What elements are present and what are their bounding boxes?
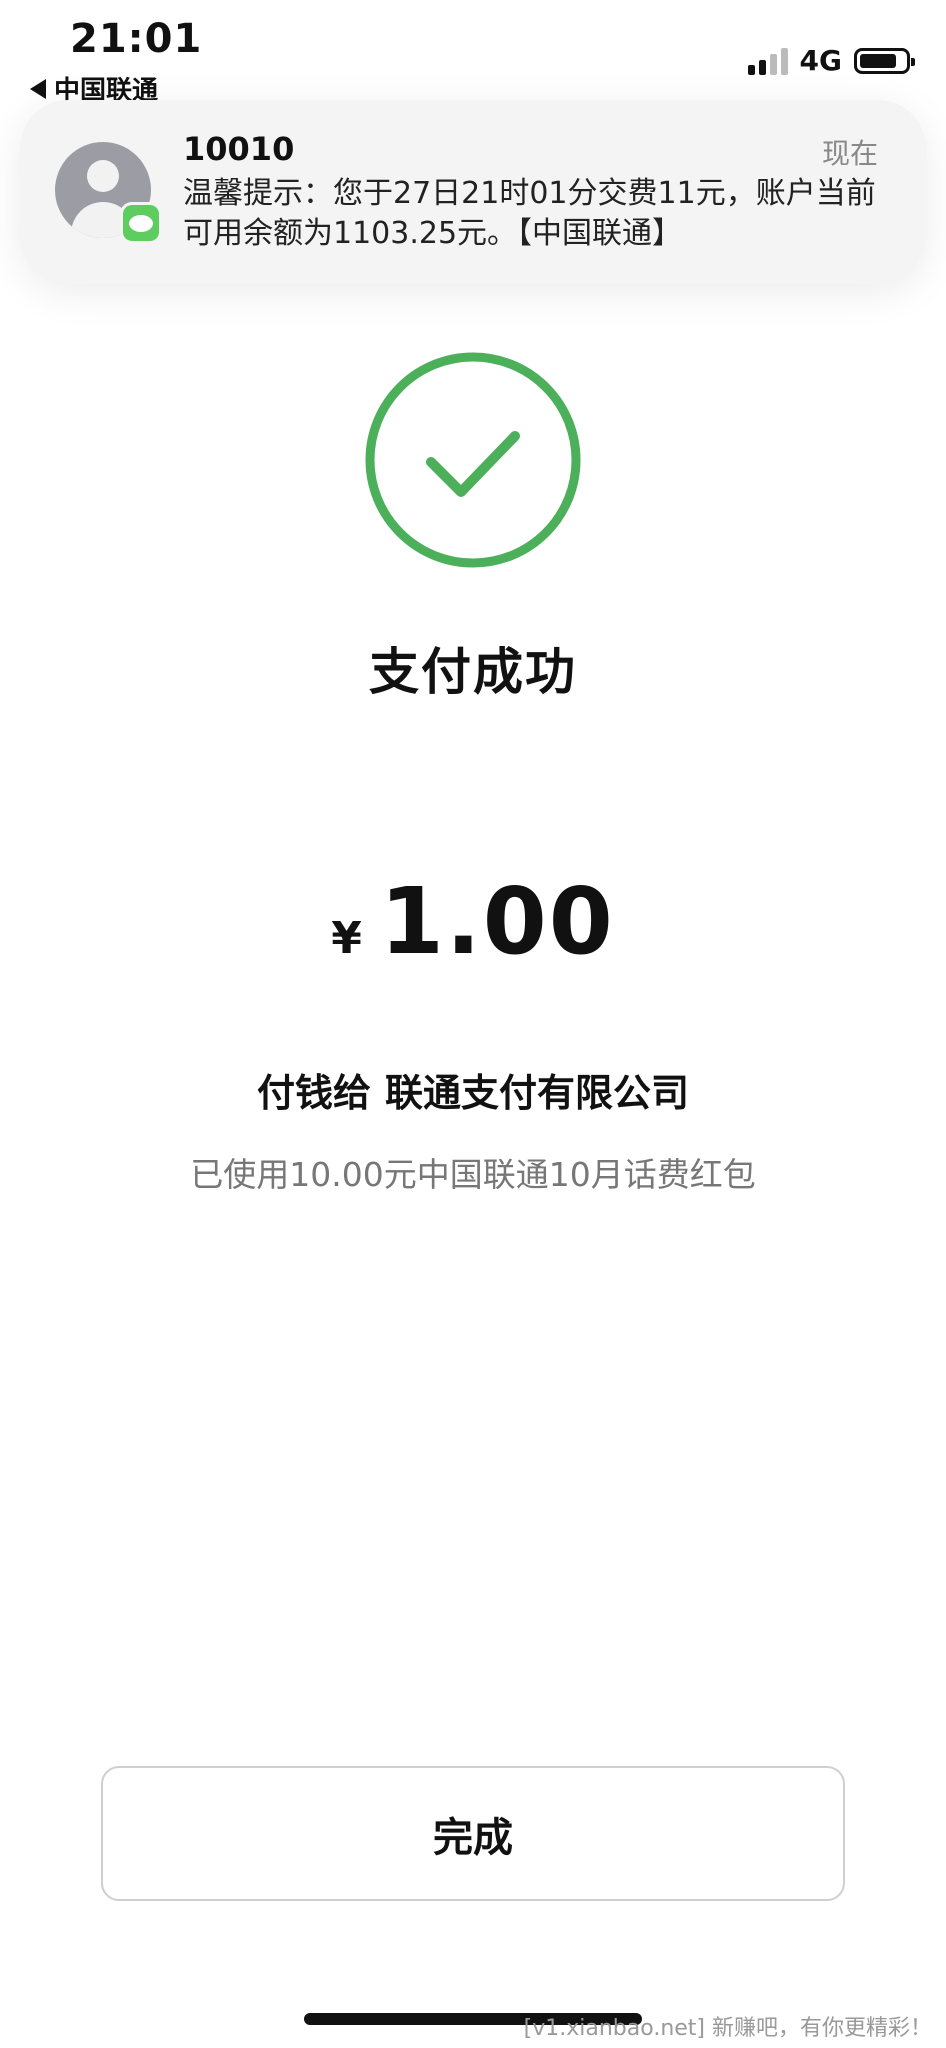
notification-body: 温馨提示：您于27日21时01分交费11元，账户当前可用余额为1103.25元。…	[183, 176, 876, 251]
notification-sender: 10010	[183, 130, 295, 168]
status-time: 21:01	[70, 16, 203, 62]
back-arrow-icon	[30, 78, 46, 99]
payment-amount: ¥ 1.00	[0, 868, 946, 975]
battery-icon	[854, 47, 915, 74]
sms-notification-banner[interactable]: 10010 现在 温馨提示：您于27日21时01分交费11元，账户当前可用余额为…	[20, 100, 926, 284]
payment-success-screen: 21:01 中国联通 4G 10010 现在 温馨提示：您于27日21时01分交…	[0, 0, 946, 2048]
discount-note: 已使用10.00元中国联通10月话费红包	[190, 1155, 756, 1194]
messages-app-icon	[120, 202, 162, 244]
network-type: 4G	[799, 44, 842, 77]
notification-time: 现在	[821, 137, 878, 170]
signal-strength-icon	[747, 47, 788, 75]
watermark-text: [v1.xianbao.net] 新赚吧，有你更精彩！	[523, 2016, 932, 2041]
done-button[interactable]: 完成	[101, 1766, 845, 1901]
payee-name: 联通支付有限公司	[385, 1071, 690, 1115]
currency-symbol: ¥	[331, 913, 362, 964]
payee-prefix: 付钱给	[256, 1071, 371, 1115]
payee-info: 付钱给 联通支付有限公司	[0, 1062, 946, 1117]
amount-value: 1.00	[379, 868, 615, 975]
status-indicators: 4G	[747, 44, 915, 77]
success-check-icon	[365, 352, 581, 568]
payment-success-title: 支付成功	[369, 643, 577, 701]
